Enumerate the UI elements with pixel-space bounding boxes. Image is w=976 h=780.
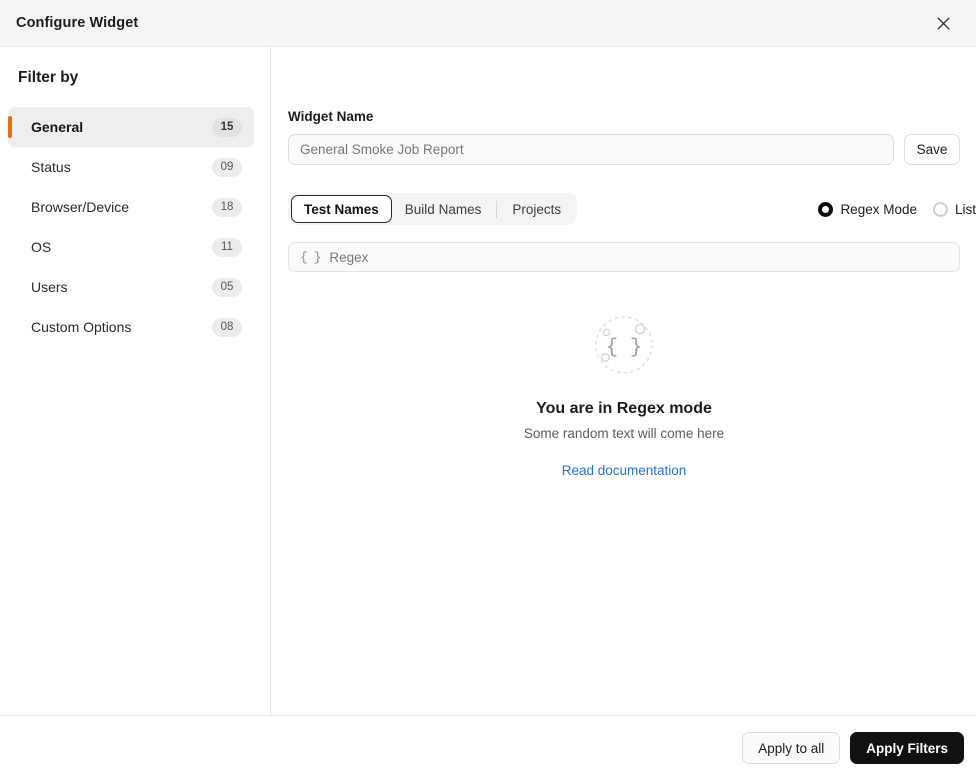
regex-input-field[interactable]: { } [288, 242, 960, 272]
radio-list-mode-label[interactable]: List [955, 202, 976, 217]
sidebar-item-count: 11 [212, 238, 242, 257]
close-icon [937, 17, 950, 30]
sidebar-item-label: General [31, 119, 212, 135]
sidebar-item-users[interactable]: Users 05 [8, 267, 254, 307]
sidebar-item-label: Users [31, 279, 212, 295]
sidebar-title: Filter by [0, 69, 270, 107]
tab-divider [496, 201, 497, 218]
sidebar-item-count: 05 [212, 278, 242, 297]
braces-dashed-circle-icon: { } [591, 312, 657, 378]
radio-regex-mode-label[interactable]: Regex Mode [840, 202, 917, 217]
widget-name-label: Widget Name [288, 109, 976, 124]
sidebar-item-label: Browser/Device [31, 199, 212, 215]
tab-build-names[interactable]: Build Names [392, 196, 495, 222]
filter-sidebar: Filter by General 15 Status 09 Browser/D… [0, 47, 271, 715]
page-title: Configure Widget [16, 15, 138, 31]
dialog-footer: Apply to all Apply Filters [0, 715, 976, 780]
sidebar-item-count: 18 [212, 198, 242, 217]
empty-state-title: You are in Regex mode [536, 400, 712, 418]
sidebar-item-count: 09 [212, 158, 242, 177]
configure-widget-dialog: Configure Widget Filter by General 15 St… [0, 0, 976, 780]
mode-radio-group: Regex Mode List [818, 202, 976, 217]
tabs-and-mode-row: Test Names Build Names Projects Regex Mo… [288, 193, 976, 225]
save-button[interactable]: Save [904, 134, 960, 165]
sidebar-item-status[interactable]: Status 09 [8, 147, 254, 187]
widget-name-input[interactable] [288, 134, 894, 165]
svg-text:{ }: { } [606, 337, 642, 360]
dialog-header: Configure Widget [0, 0, 976, 47]
tab-test-names[interactable]: Test Names [291, 195, 392, 223]
empty-state: { } You are in Regex mode Some random te… [288, 312, 960, 478]
close-button[interactable] [930, 10, 956, 36]
source-tabs: Test Names Build Names Projects [288, 193, 577, 225]
apply-filters-button[interactable]: Apply Filters [850, 732, 964, 764]
braces-icon: { } [300, 250, 320, 265]
sidebar-item-browser-device[interactable]: Browser/Device 18 [8, 187, 254, 227]
empty-state-subtitle: Some random text will come here [524, 426, 724, 441]
sidebar-item-count: 15 [212, 118, 242, 137]
sidebar-item-general[interactable]: General 15 [8, 107, 254, 147]
sidebar-item-os[interactable]: OS 11 [8, 227, 254, 267]
filter-list: General 15 Status 09 Browser/Device 18 O… [0, 107, 270, 347]
sidebar-item-count: 08 [212, 318, 242, 337]
main-panel: Widget Name Save Test Names Build Names … [271, 47, 976, 715]
dialog-body: Filter by General 15 Status 09 Browser/D… [0, 47, 976, 715]
read-documentation-link[interactable]: Read documentation [562, 463, 687, 478]
sidebar-item-custom-options[interactable]: Custom Options 08 [8, 307, 254, 347]
apply-to-all-button[interactable]: Apply to all [742, 732, 840, 764]
regex-input[interactable] [329, 250, 948, 265]
sidebar-item-label: Status [31, 159, 212, 175]
radio-regex-mode[interactable] [818, 202, 833, 217]
sidebar-item-label: Custom Options [31, 319, 212, 335]
sidebar-item-label: OS [31, 239, 212, 255]
tab-projects[interactable]: Projects [499, 196, 574, 222]
widget-name-row: Save [288, 134, 976, 165]
radio-list-mode[interactable] [933, 202, 948, 217]
